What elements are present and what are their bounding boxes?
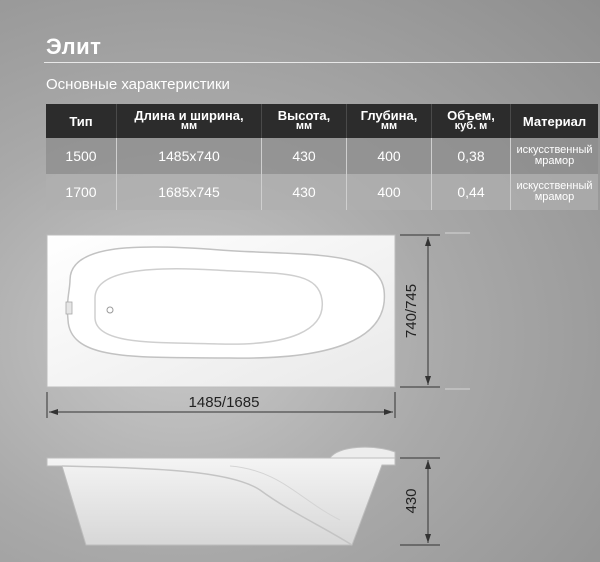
bathtub-side-view: [46, 446, 396, 546]
overflow-icon: [65, 301, 73, 315]
length-label: 1485/1685: [189, 394, 260, 411]
tub-headrest: [329, 446, 396, 459]
bathtub-drawing: 740/745 1485/1685 430: [46, 232, 470, 546]
tub-side-body: [46, 457, 396, 546]
height-dimension: 430: [400, 457, 440, 546]
width-dimension: 740/745: [400, 232, 470, 390]
bathtub-top-view: [46, 234, 396, 388]
length-dimension: 1485/1685: [46, 392, 396, 418]
drain-icon: [106, 306, 114, 314]
tub-inner-basin: [66, 246, 386, 359]
width-label: 740/745: [403, 284, 420, 338]
height-label: 430: [403, 488, 420, 513]
